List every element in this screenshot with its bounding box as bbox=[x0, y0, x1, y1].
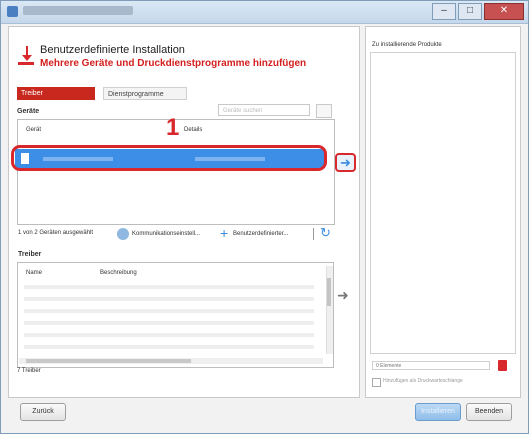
driver-list[interactable]: Name Beschreibung bbox=[17, 262, 334, 368]
devices-section-label: Geräte bbox=[17, 108, 40, 115]
driver-row[interactable] bbox=[24, 345, 314, 349]
back-button[interactable]: Zurück bbox=[20, 403, 66, 421]
driver-horizontal-scroll-thumb[interactable] bbox=[26, 359, 191, 363]
window-title bbox=[23, 6, 133, 15]
close-button[interactable]: ✕ bbox=[484, 3, 524, 20]
title-bar: – □ ✕ bbox=[1, 1, 528, 24]
communication-settings-button[interactable]: Kommunikationseinstell... bbox=[132, 231, 200, 237]
custom-device-button[interactable]: Benutzerdefinierter... bbox=[233, 231, 288, 237]
callout-highlight-row bbox=[11, 145, 327, 171]
driver-row[interactable] bbox=[24, 321, 314, 325]
products-list[interactable] bbox=[370, 52, 516, 354]
toolbar-divider bbox=[313, 228, 314, 240]
trash-icon[interactable] bbox=[498, 360, 507, 371]
maximize-button[interactable]: □ bbox=[458, 3, 482, 20]
print-queue-checkbox[interactable] bbox=[372, 378, 381, 387]
tab-dienstprogramme[interactable]: Dienstprogramme bbox=[103, 87, 187, 100]
driver-count: 7 Treiber bbox=[17, 368, 41, 374]
driver-row[interactable] bbox=[24, 309, 314, 313]
search-button[interactable] bbox=[316, 104, 332, 118]
driver-row[interactable] bbox=[24, 285, 314, 289]
driver-vertical-scroll-thumb[interactable] bbox=[327, 278, 331, 306]
drivers-section-label: Treiber bbox=[18, 251, 42, 258]
finish-button[interactable]: Beenden bbox=[466, 403, 512, 421]
driver-row[interactable] bbox=[24, 333, 314, 337]
column-header-device[interactable]: Gerät bbox=[26, 127, 41, 133]
device-search-input[interactable]: Geräte suchen bbox=[218, 104, 310, 116]
page-subtitle: Mehrere Geräte und Druckdienstprogramme … bbox=[40, 58, 307, 69]
page-title: Benutzerdefinierte Installation bbox=[40, 44, 185, 56]
callout-number-1: 1 bbox=[166, 114, 180, 141]
selection-status: 1 von 2 Geräten ausgewählt bbox=[18, 230, 94, 236]
window-controls: – □ ✕ bbox=[432, 3, 524, 20]
column-header-description[interactable]: Beschreibung bbox=[100, 270, 137, 276]
tab-treiber[interactable]: Treiber bbox=[17, 87, 95, 100]
plus-icon[interactable]: + bbox=[220, 226, 228, 240]
products-count: 0 Elemente bbox=[372, 361, 490, 370]
print-queue-checkbox-label: Hinzufügen als Druckwarteschlange bbox=[383, 378, 463, 384]
communication-settings-icon[interactable] bbox=[117, 228, 129, 240]
products-title: Zu installierende Produkte bbox=[372, 42, 442, 48]
driver-row[interactable] bbox=[24, 297, 314, 301]
refresh-icon[interactable]: ↻ bbox=[320, 226, 331, 240]
column-header-details[interactable]: Details bbox=[184, 127, 202, 133]
install-button[interactable]: Installieren bbox=[415, 403, 461, 421]
column-header-name[interactable]: Name bbox=[26, 270, 42, 276]
add-driver-arrow-icon[interactable]: ➜ bbox=[337, 288, 349, 302]
install-icon bbox=[18, 46, 34, 65]
minimize-button[interactable]: – bbox=[432, 3, 456, 20]
add-to-products-button[interactable]: ➜ bbox=[335, 153, 356, 172]
app-icon bbox=[7, 6, 18, 17]
